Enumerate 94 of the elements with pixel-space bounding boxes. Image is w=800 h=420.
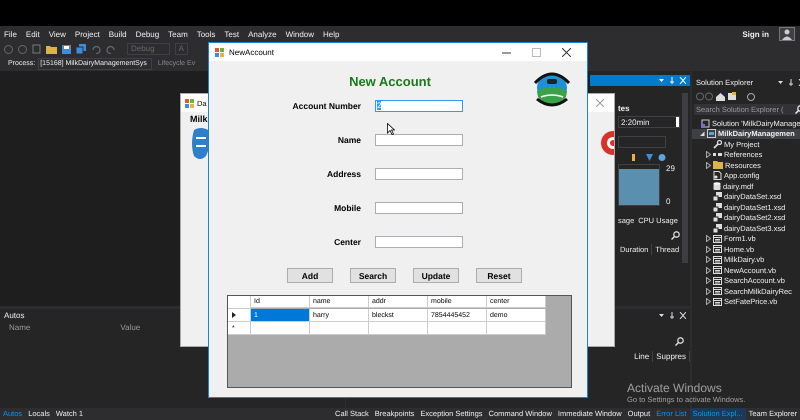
dataset-icon: [713, 213, 722, 222]
form-heading: New Account: [349, 74, 431, 88]
row-header-cell[interactable]: [228, 309, 251, 322]
input-field[interactable]: [375, 202, 463, 214]
input-field[interactable]: [375, 168, 463, 180]
column-header[interactable]: Value: [115, 323, 140, 332]
panel-controls-icon[interactable]: [658, 312, 686, 319]
menu-item[interactable]: Debug: [132, 30, 166, 38]
collapsed-arrow-icon[interactable]: [706, 266, 711, 274]
input-field[interactable]: [375, 236, 463, 248]
panel-title: Autos: [4, 311, 24, 320]
collapsed-arrow-icon[interactable]: [706, 298, 711, 306]
folder-icon[interactable]: [46, 44, 57, 54]
forward-icon[interactable]: [18, 44, 27, 54]
menu-item[interactable]: View: [46, 30, 72, 38]
dataset-icon: [713, 202, 722, 212]
config-file-icon: [713, 171, 722, 180]
expanded-arrow-icon[interactable]: [700, 130, 705, 138]
form-button[interactable]: Add: [287, 268, 333, 283]
field-label: Account Number: [292, 100, 361, 112]
form-button[interactable]: Update: [413, 268, 459, 283]
field-label: Mobile: [333, 202, 361, 214]
corner-cell[interactable]: [228, 296, 251, 309]
form-icon: [713, 266, 722, 274]
menu-item[interactable]: Window: [282, 30, 320, 38]
solution-icon: [701, 118, 710, 128]
field-label: Name: [336, 134, 361, 146]
menu-item[interactable]: File: [1, 30, 23, 38]
memory-graph: [618, 164, 660, 206]
table-cell[interactable]: [251, 322, 310, 335]
menu-item[interactable]: Analyze: [245, 30, 283, 38]
table-cell[interactable]: [487, 322, 546, 335]
window-title: NewAccount: [229, 48, 275, 56]
collapsed-arrow-icon[interactable]: [706, 288, 711, 295]
save-all-icon[interactable]: [76, 44, 86, 54]
close-icon[interactable]: [562, 48, 571, 56]
table-cell[interactable]: [428, 322, 487, 335]
section-title: tes: [618, 104, 631, 113]
database-icon: [713, 182, 721, 191]
app-icon: [185, 98, 194, 108]
menu-item[interactable]: Project: [72, 30, 106, 38]
folder-icon: [713, 161, 723, 170]
search-icon[interactable]: [671, 231, 680, 240]
menu-item[interactable]: Team: [165, 30, 194, 38]
menu-item[interactable]: Edit: [22, 30, 46, 38]
collapsed-arrow-icon[interactable]: [706, 256, 711, 264]
form-icon: [713, 298, 722, 306]
axis-label: 29: [666, 164, 675, 173]
form-icon: [713, 276, 722, 285]
undo-icon[interactable]: [91, 44, 101, 54]
form-icon: [713, 245, 722, 254]
collapsed-arrow-icon[interactable]: [706, 277, 711, 284]
menu-item[interactable]: Tools: [194, 30, 222, 38]
timeline-ruler[interactable]: 2:20min: [618, 116, 680, 128]
heading: Milk: [190, 114, 209, 124]
collapsed-arrow-icon[interactable]: [706, 151, 711, 158]
search-icon[interactable]: [675, 337, 684, 346]
menu-item[interactable]: Test: [221, 30, 246, 38]
wrench-icon: [713, 140, 722, 149]
panel-controls-icon[interactable]: [777, 79, 800, 86]
form-icon: [713, 287, 722, 296]
form-icon: [713, 234, 722, 243]
table-cell[interactable]: [369, 322, 428, 335]
axis-label: 0: [666, 197, 672, 206]
sign-in-link[interactable]: Sign in: [742, 30, 769, 38]
redo-icon[interactable]: [106, 44, 116, 54]
activation-title: Activate Windows: [627, 381, 723, 395]
event-markers-icon: [630, 154, 666, 161]
new-project-icon[interactable]: [32, 44, 41, 54]
save-icon[interactable]: [62, 44, 71, 54]
project-icon: [707, 129, 716, 138]
field-label: Center: [333, 236, 361, 248]
collapsed-arrow-icon[interactable]: [706, 162, 711, 169]
input-field[interactable]: [375, 134, 463, 146]
collapsed-arrow-icon[interactable]: [706, 235, 711, 242]
user-icon[interactable]: [779, 27, 795, 41]
form-button[interactable]: Search: [350, 268, 396, 283]
column-header[interactable]: Name: [4, 323, 30, 332]
dataset-icon: [713, 224, 722, 233]
app-icon: [215, 48, 224, 56]
back-icon[interactable]: [4, 44, 13, 54]
menu-item[interactable]: Build: [106, 30, 133, 38]
target-icon: [600, 130, 614, 156]
timeline-track: [618, 136, 666, 148]
dataset-icon: [713, 192, 722, 202]
field-label: Address: [326, 168, 361, 180]
menu-item[interactable]: Help: [320, 30, 346, 38]
column-header[interactable]: Line: [631, 351, 654, 362]
form-button[interactable]: Reset: [476, 268, 522, 283]
collapsed-arrow-icon[interactable]: [706, 246, 711, 253]
table-cell[interactable]: [310, 322, 369, 335]
mouse-pointer-icon: [387, 123, 395, 135]
duration-label: 2:20min: [621, 118, 650, 126]
form-icon: [713, 256, 722, 264]
